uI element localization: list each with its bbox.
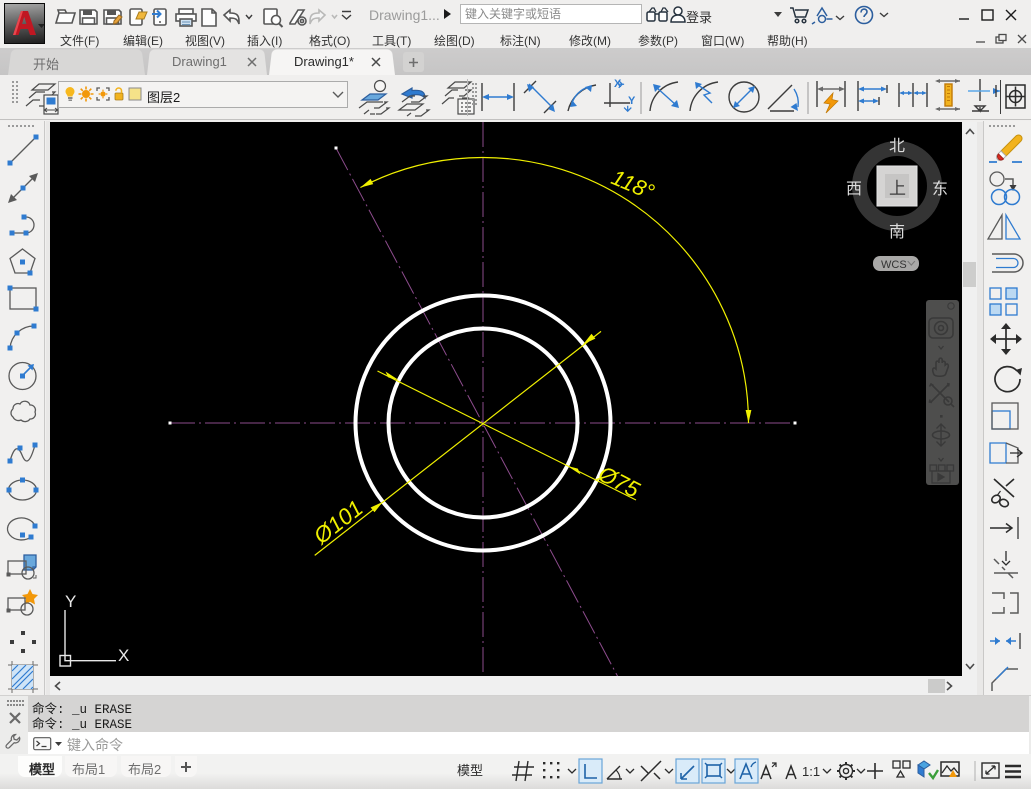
svg-text:1:1: 1:1 (802, 764, 820, 779)
svg-text:Ø101: Ø101 (308, 495, 368, 549)
svg-text:南: 南 (889, 223, 905, 241)
svg-text:WCS: WCS (881, 259, 907, 271)
svg-text:X: X (118, 646, 129, 665)
svg-text:上: 上 (889, 179, 906, 198)
svg-text:东: 东 (932, 180, 948, 198)
svg-text:X: X (614, 78, 622, 90)
svg-text:Y: Y (628, 95, 636, 107)
svg-text:西: 西 (846, 181, 862, 198)
svg-text:118°: 118° (608, 165, 658, 205)
svg-text:北: 北 (889, 137, 905, 155)
svg-text:Y: Y (65, 592, 76, 611)
